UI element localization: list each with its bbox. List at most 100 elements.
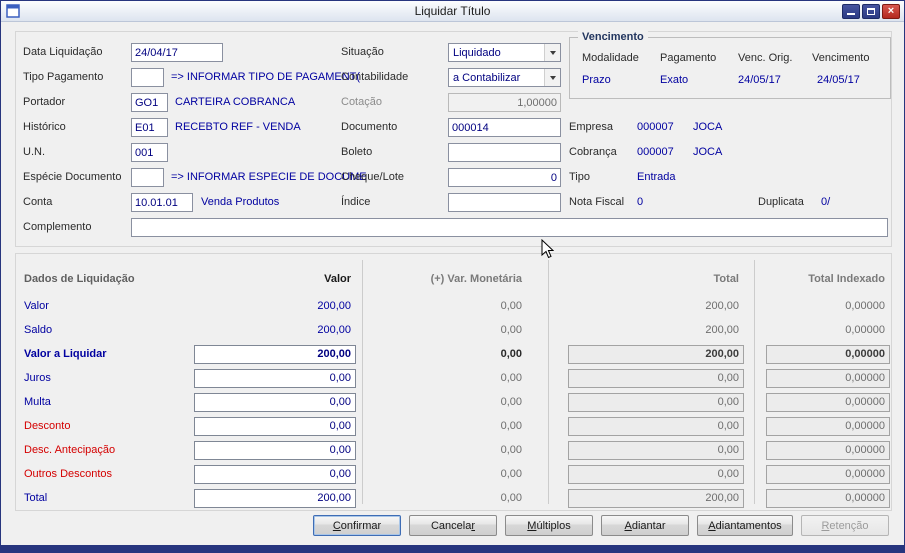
indexado-readonly-box: 0,00000: [766, 417, 890, 436]
valor-cell: 200,00: [317, 324, 356, 336]
confirmar-button[interactable]: Confirmar: [313, 515, 401, 536]
maximize-button[interactable]: [862, 4, 880, 19]
minimize-icon: [847, 13, 855, 15]
indexado-readonly-box: 0,00000: [766, 393, 890, 412]
row-label: Juros: [24, 372, 194, 384]
data-liquidacao-label: Data Liquidação: [23, 46, 103, 58]
valor-cell: 200,00: [317, 300, 356, 312]
historico-input[interactable]: [131, 118, 168, 137]
portador-desc: CARTEIRA COBRANCA: [175, 96, 295, 108]
un-input[interactable]: [131, 143, 168, 162]
juros-input[interactable]: [194, 369, 356, 388]
outros-descontos-input[interactable]: [194, 465, 356, 484]
vencimento-groupbox: Vencimento Modalidade Pagamento Venc. Or…: [569, 37, 891, 99]
valor-column-header: Valor: [324, 273, 356, 285]
total-readonly-box: 0,00: [568, 369, 744, 388]
total-readonly-box: 200,00: [568, 489, 744, 508]
tipo-pagamento-input[interactable]: [131, 68, 164, 87]
row-label: Saldo: [24, 324, 194, 336]
row-saldo: Saldo 200,00 0,00 200,00 0,00000: [16, 318, 891, 342]
cotacao-input: [448, 93, 561, 112]
row-label: Multa: [24, 396, 194, 408]
close-icon: ×: [888, 6, 894, 17]
especie-documento-label: Espécie Documento: [23, 171, 121, 183]
indexado-readonly-box: 0,00000: [766, 345, 890, 364]
especie-documento-input[interactable]: [131, 168, 164, 187]
empresa-label: Empresa: [569, 121, 613, 133]
complemento-input[interactable]: [131, 218, 888, 237]
venc-orig-header: Venc. Orig.: [738, 52, 792, 64]
portador-input[interactable]: [131, 93, 168, 112]
var-monetaria-column-header: (+) Var. Monetária: [372, 273, 522, 285]
situacao-select[interactable]: Liquidado: [448, 43, 561, 62]
empresa-name: JOCA: [693, 121, 722, 133]
pagamento-header: Pagamento: [660, 52, 716, 64]
window-icon: [6, 4, 20, 18]
row-label: Outros Descontos: [24, 468, 194, 480]
cancelar-button[interactable]: Cancelar: [409, 515, 497, 536]
row-valor-a-liquidar: Valor a Liquidar 0,00 200,00 0,00000: [16, 342, 891, 366]
portador-label: Portador: [23, 96, 65, 108]
documento-input[interactable]: [448, 118, 561, 137]
row-outros-descontos: Outros Descontos 0,00 0,00 0,00000: [16, 462, 891, 486]
row-label: Valor a Liquidar: [24, 348, 194, 360]
documento-label: Documento: [341, 121, 397, 133]
row-desconto: Desconto 0,00 0,00 0,00000: [16, 414, 891, 438]
data-liquidacao-input[interactable]: [131, 43, 223, 62]
desconto-input[interactable]: [194, 417, 356, 436]
multa-input[interactable]: [194, 393, 356, 412]
contabilidade-label: Contabilidade: [341, 71, 408, 83]
valor-a-liquidar-input[interactable]: [194, 345, 356, 364]
titlebar[interactable]: Liquidar Título ×: [1, 1, 904, 22]
modalidade-header: Modalidade: [582, 52, 639, 64]
row-juros: Juros 0,00 0,00 0,00000: [16, 366, 891, 390]
var-cell: 0,00: [372, 372, 522, 384]
total-cell: 200,00: [705, 324, 744, 336]
boleto-label: Boleto: [341, 146, 372, 158]
minimize-button[interactable]: [842, 4, 860, 19]
conta-label: Conta: [23, 196, 52, 208]
historico-label: Histórico: [23, 121, 66, 133]
un-label: U.N.: [23, 146, 45, 158]
adiantamentos-button[interactable]: Adiantamentos: [697, 515, 793, 536]
var-cell: 0,00: [372, 348, 522, 360]
total-input[interactable]: [194, 489, 356, 508]
total-indexado-column-header: Total Indexado: [808, 273, 890, 285]
empresa-code: 000007: [637, 121, 674, 133]
cobranca-name: JOCA: [693, 146, 722, 158]
desc-antecipacao-input[interactable]: [194, 441, 356, 460]
row-label: Desconto: [24, 420, 194, 432]
close-button[interactable]: ×: [882, 4, 900, 19]
indexado-readonly-box: 0,00000: [766, 369, 890, 388]
indice-input[interactable]: [448, 193, 561, 212]
adiantar-button[interactable]: Adiantar: [601, 515, 689, 536]
tipo-pagamento-hint: => INFORMAR TIPO DE PAGAMENT(: [171, 71, 360, 83]
cotacao-label: Cotação: [341, 96, 382, 108]
tipo-pagamento-label: Tipo Pagamento: [23, 71, 103, 83]
conta-input[interactable]: [131, 193, 193, 212]
row-desc-antecipacao: Desc. Antecipação 0,00 0,00 0,00000: [16, 438, 891, 462]
cheque-lote-input[interactable]: [448, 168, 561, 187]
liquidacao-panel: Dados de Liquidação Valor (+) Var. Monet…: [15, 253, 892, 511]
cheque-lote-label: Cheque/Lote: [341, 171, 404, 183]
chevron-down-icon: [544, 69, 560, 86]
total-readonly-box: 0,00: [568, 465, 744, 484]
nota-fiscal-label: Nota Fiscal: [569, 196, 624, 208]
pagamento-value: Exato: [660, 74, 688, 86]
nota-fiscal-value: 0: [637, 196, 643, 208]
var-cell: 0,00: [372, 492, 522, 504]
row-multa: Multa 0,00 0,00 0,00000: [16, 390, 891, 414]
venc-orig-value: 24/05/17: [738, 74, 781, 86]
var-cell: 0,00: [372, 444, 522, 456]
window-controls: ×: [842, 4, 900, 19]
indexado-cell: 0,00000: [845, 300, 890, 312]
section-title: Dados de Liquidação: [24, 273, 194, 285]
boleto-input[interactable]: [448, 143, 561, 162]
total-readonly-box: 200,00: [568, 345, 744, 364]
complemento-label: Complemento: [23, 221, 91, 233]
multiplos-button[interactable]: Múltiplos: [505, 515, 593, 536]
var-cell: 0,00: [372, 468, 522, 480]
contabilidade-select[interactable]: a Contabilizar: [448, 68, 561, 87]
tipo-value: Entrada: [637, 171, 676, 183]
situacao-label: Situação: [341, 46, 384, 58]
